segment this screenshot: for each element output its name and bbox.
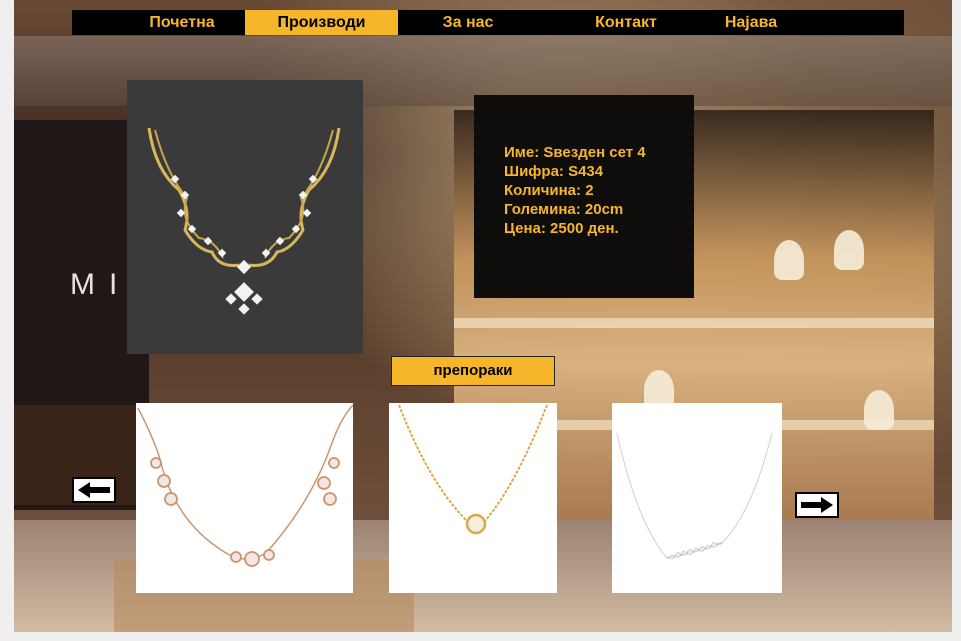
product-price: Цена: 2500 ден. xyxy=(504,220,619,237)
product-size: Големина: 20cm xyxy=(504,201,624,218)
recommendations-label: препораки xyxy=(391,356,555,386)
recommendation-card-3[interactable] xyxy=(612,403,782,593)
display-bust xyxy=(834,230,864,270)
nav-login[interactable]: Најава xyxy=(706,10,796,35)
nav-products[interactable]: Производи xyxy=(245,10,398,35)
recommendation-card-1[interactable] xyxy=(136,403,353,593)
product-code: Шифра: S434 xyxy=(504,163,604,180)
arrow-left-icon xyxy=(78,482,110,498)
rose-gold-bezel-necklace-icon xyxy=(137,404,353,567)
display-bust xyxy=(774,240,804,280)
arrow-right-icon xyxy=(801,497,833,513)
shelf xyxy=(454,318,934,328)
product-info-panel: Име: Ѕвезден сет 4 Шифра: S434 Количина:… xyxy=(474,95,694,298)
nav-about[interactable]: За нас xyxy=(420,10,516,35)
silver-diamond-bar-necklace-icon xyxy=(616,432,773,560)
next-arrow-button[interactable] xyxy=(795,492,839,518)
prev-arrow-button[interactable] xyxy=(72,477,116,503)
display-bust xyxy=(864,390,894,430)
nav-contact[interactable]: Контакт xyxy=(572,10,680,35)
gold-diamond-necklace-icon xyxy=(147,127,341,315)
top-nav: Почетна Производи За нас Контакт Најава xyxy=(72,10,904,35)
product-name: Име: Ѕвезден сет 4 xyxy=(504,144,646,161)
recommendation-card-2[interactable] xyxy=(389,403,557,593)
store-brand-text: MI xyxy=(70,268,132,301)
main-product-image xyxy=(127,80,363,354)
product-quantity: Количина: 2 xyxy=(504,182,594,199)
gold-solitaire-necklace-icon xyxy=(398,404,548,535)
nav-home[interactable]: Почетна xyxy=(136,10,228,35)
